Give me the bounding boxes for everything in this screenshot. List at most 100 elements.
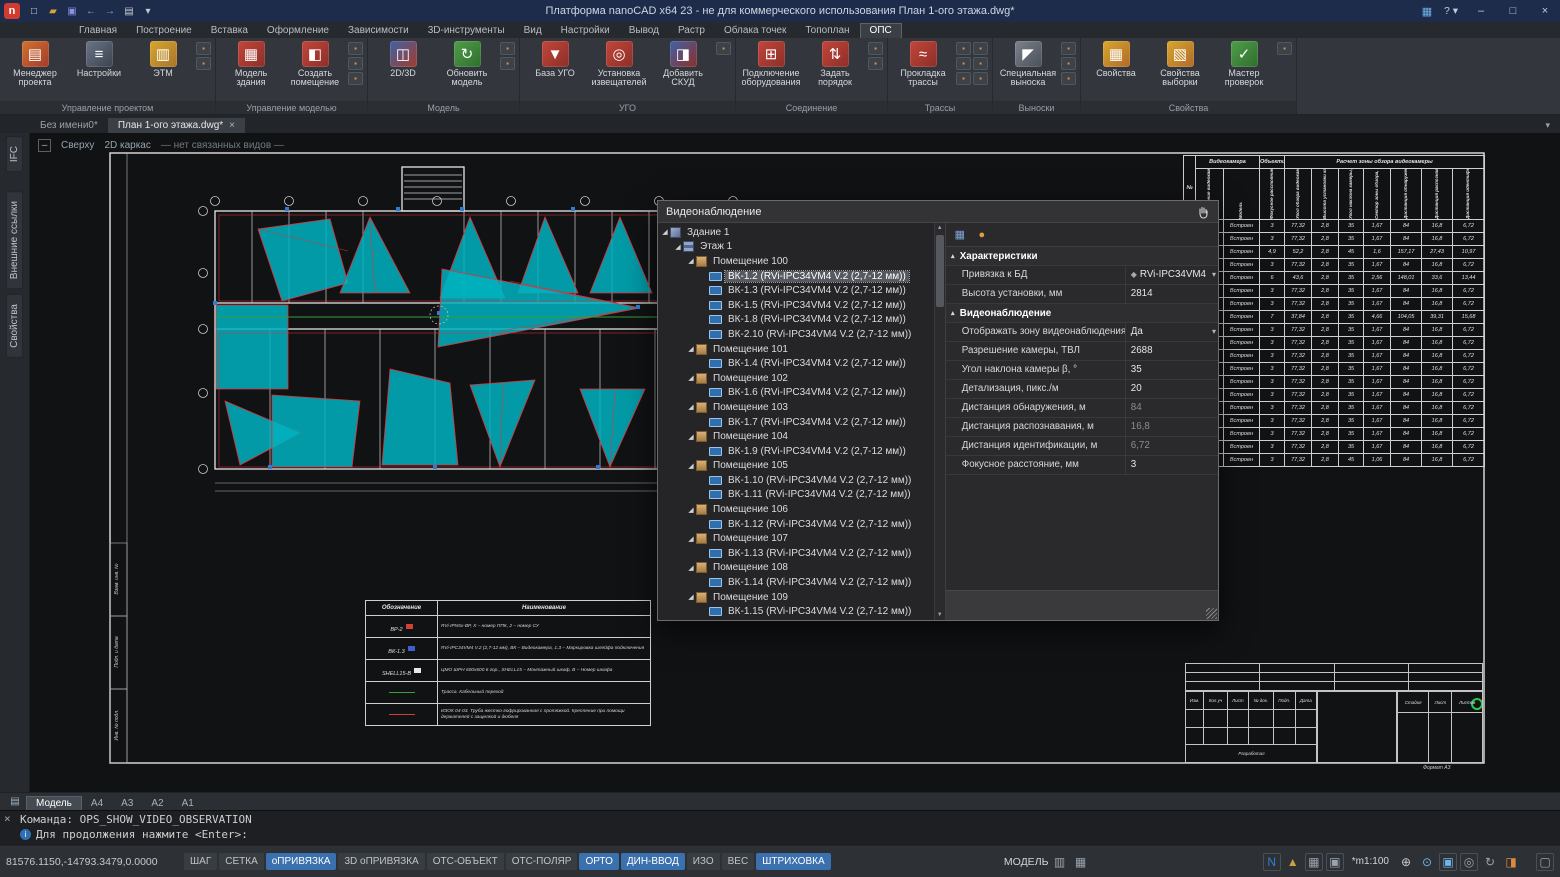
otrack-polar-toggle[interactable]: ОТС-ПОЛЯР [506,853,578,870]
tree-item-camera[interactable]: ВК-1.6 (RVi-IPC34VM4 V.2 (2,7-12 мм)) [658,386,934,401]
etm-button[interactable]: ▥ЭТМ [132,41,194,89]
ribbon-extra-icon[interactable]: ▪ [956,72,971,85]
panel-tab-ifc[interactable]: IFC [6,136,23,172]
property-row[interactable]: Дистанция распознавания, м16,8 [946,418,1218,437]
expander-icon[interactable]: ◢ [660,228,670,236]
property-section[interactable]: ▴Видеонаблюдение [946,304,1218,323]
license-table-icon[interactable]: ▦ [1418,4,1436,18]
ribbon-extra-icon[interactable]: ▪ [956,57,971,70]
close-command-icon[interactable]: × [4,812,11,825]
expander-icon[interactable]: ◢ [686,433,696,441]
property-row[interactable]: Угол наклона камеры β, °35 [946,361,1218,380]
ribbon-tab-output[interactable]: Вывод [620,24,668,38]
tree-item-camera[interactable]: ВК-1.12 (RVi-IPC34VM4 V.2 (2,7-12 мм)) [658,517,934,532]
tree-item-camera[interactable]: ВК-1.3 (RVi-IPC34VM4 V.2 (2,7-12 мм)) [658,283,934,298]
ortho-toggle[interactable]: ОРТО [579,853,618,870]
ribbon-extra-icon[interactable]: ▪ [1061,72,1076,85]
ribbon-extra-icon[interactable]: ▪ [868,42,883,55]
ribbon-tab-annotate[interactable]: Оформление [258,24,338,38]
viewport-control[interactable]: Сверху [61,140,94,151]
zoom-extents-icon[interactable]: ◎ [1460,853,1478,871]
ugo-base-button[interactable]: ▼База УГО [524,41,586,89]
hatch-toggle[interactable]: ШТРИХОВКА [756,853,830,870]
expander-icon[interactable]: ◢ [686,564,696,572]
building-model-button[interactable]: ▦Модель здания [220,41,282,89]
tree-item-room[interactable]: ◢Помещение 108 [658,561,934,576]
scroll-down-icon[interactable]: ▼ [935,612,945,618]
ribbon-tab-raster[interactable]: Растр [669,24,714,38]
ribbon-extra-icon[interactable]: ▪ [973,42,988,55]
route-laying-button[interactable]: ≈Прокладка трассы [892,41,954,89]
scale-indicator[interactable]: *m1:100 [1352,856,1389,867]
tree-item-camera[interactable]: ВК-1.8 (RVi-IPC34VM4 V.2 (2,7-12 мм)) [658,313,934,328]
ribbon-extra-icon[interactable]: ▪ [973,57,988,70]
tree-item-camera[interactable]: ВК-1.11 (RVi-IPC34VM4 V.2 (2,7-12 мм)) [658,488,934,503]
tree-item-room[interactable]: ◢Помещение 105 [658,459,934,474]
ribbon-tab-settings[interactable]: Настройки [552,24,619,38]
expander-icon[interactable]: ◢ [686,403,696,411]
lock-icon[interactable]: ▣ [1326,853,1344,871]
redo-icon[interactable]: → [102,4,118,19]
undo-icon[interactable]: ← [83,4,99,19]
ribbon-extra-icon[interactable]: ▪ [348,42,363,55]
tree-item-room[interactable]: ◢Помещение 107 [658,531,934,546]
dyn-input-toggle[interactable]: ДИН-ВВОД [621,853,685,870]
special-callout-button[interactable]: ◤Специальная выноска [997,41,1059,89]
layout-tab-a1[interactable]: А1 [173,797,203,810]
model-space-button[interactable]: МОДЕЛЬ [1004,856,1049,868]
zoom-icon[interactable]: ⊙ [1418,853,1436,871]
snap-toggle[interactable]: ШАГ [184,853,217,870]
ribbon-extra-icon[interactable]: ▪ [348,57,363,70]
layout-tab-a3[interactable]: А3 [112,797,142,810]
set-order-button[interactable]: ⇅Задать порядок [804,41,866,89]
tree-item-room[interactable]: ◢Помещение 103 [658,400,934,415]
osnap-toggle[interactable]: оПРИВЯЗКА [266,853,337,870]
panel-tab-properties[interactable]: Свойства [6,294,23,358]
property-section[interactable]: ▴Характеристики [946,247,1218,266]
layout-tab-model[interactable]: Модель [26,796,82,811]
customize-icon[interactable]: ▾ [140,4,156,19]
ribbon-tab-home[interactable]: Главная [70,24,126,38]
property-row[interactable]: Привязка к БД◆RVi-IPC34VM4▾ [946,266,1218,285]
create-room-button[interactable]: ◧Создать помещение [284,41,346,89]
clean-screen-icon[interactable]: ▢ [1536,853,1554,871]
maximize-button[interactable]: □ [1498,1,1528,21]
check-master-button[interactable]: ✓Мастер проверок [1213,41,1275,89]
order-icon[interactable]: ◨ [1502,853,1520,871]
zoom-window-icon[interactable]: ▣ [1439,853,1457,871]
tree-item-camera[interactable]: ВК-1.5 (RVi-IPC34VM4 V.2 (2,7-12 мм)) [658,298,934,313]
property-row[interactable]: Фокусное расстояние, мм3 [946,456,1218,475]
ribbon-tab-view[interactable]: Вид [515,24,551,38]
ribbon-extra-icon[interactable]: ▪ [348,72,363,85]
ribbon-extra-icon[interactable]: ▪ [1277,42,1292,55]
close-tab-icon[interactable]: × [229,120,235,131]
ribbon-extra-icon[interactable]: ▪ [973,72,988,85]
doc-tab-untitled[interactable]: Без имени0* [30,118,108,133]
tree-item-building[interactable]: ◢Здание 1 [658,225,934,240]
ribbon-tab-draw[interactable]: Построение [127,24,201,38]
otrack-object-toggle[interactable]: ОТС-ОБЪЕКТ [427,853,504,870]
graphics-icon[interactable]: ▦ [1305,853,1323,871]
project-manager-button[interactable]: ▤Менеджер проекта [4,41,66,89]
expander-icon[interactable]: ◢ [686,506,696,514]
tree-item-floor[interactable]: ◢Этаж 1 [658,240,934,255]
expander-icon[interactable]: ◢ [673,243,683,251]
ribbon-tab-topoplan[interactable]: Топоплан [796,24,858,38]
mode-2d3d-button[interactable]: ◫2D/3D [372,41,434,89]
layout-icon[interactable]: ▥ [1050,853,1068,871]
tree-item-room[interactable]: ◢Помещение 109 [658,590,934,605]
property-row[interactable]: Дистанция обнаружения, м84 [946,399,1218,418]
layout-tab-a4[interactable]: А4 [82,797,112,810]
lineweight-toggle[interactable]: ВЕС [722,853,755,870]
tree-item-camera[interactable]: ВК-1.9 (RVi-IPC34VM4 V.2 (2,7-12 мм)) [658,444,934,459]
expander-icon[interactable]: ◢ [686,345,696,353]
pan-icon[interactable]: ⊕ [1397,853,1415,871]
ribbon-tab-point-clouds[interactable]: Облака точек [715,24,795,38]
project-settings-button[interactable]: ≡Настройки [68,41,130,89]
dropdown-arrow-icon[interactable]: ▾ [1212,327,1216,336]
ribbon-extra-icon[interactable]: ▪ [1061,57,1076,70]
open-file-icon[interactable]: ▰ [45,4,61,19]
expander-icon[interactable]: ◢ [686,535,696,543]
tree-item-camera[interactable]: ВК-1.13 (RVi-IPC34VM4 V.2 (2,7-12 мм)) [658,546,934,561]
ribbon-tab-3d-tools[interactable]: 3D-инструменты [419,24,514,38]
